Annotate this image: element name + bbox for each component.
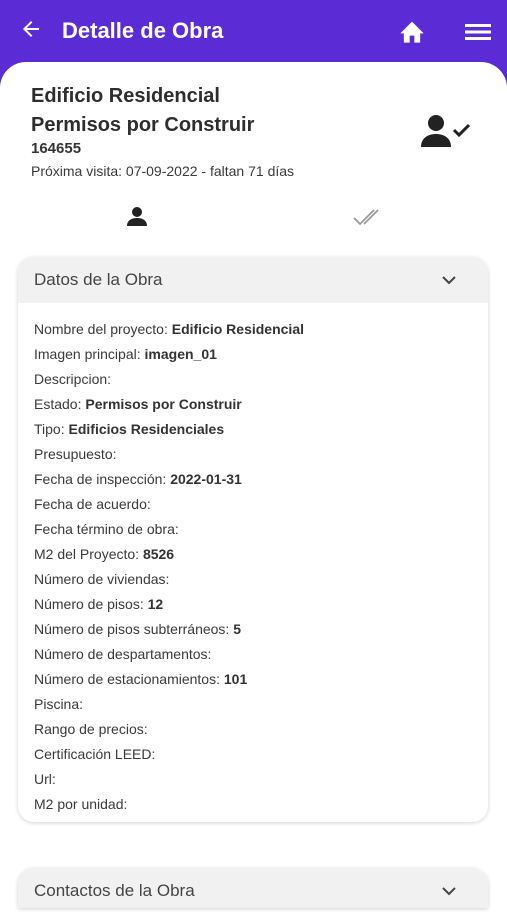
field-row: Piscina: <box>34 696 84 712</box>
field-row: M2 por unidad: <box>34 796 128 812</box>
project-name-line2: Permisos por Construir <box>31 114 255 136</box>
tab-check[interactable] <box>352 206 386 228</box>
field-row: Certificación LEED: <box>34 746 156 762</box>
person-icon <box>127 207 147 226</box>
field-row: Estado: Permisos por Construir <box>34 396 242 412</box>
field-row: Presupuesto: <box>34 446 117 462</box>
contactos-card-title: Contactos de la Obra <box>34 881 195 900</box>
chevron-down-icon <box>442 887 456 896</box>
contactos-card-header[interactable]: Contactos de la Obra <box>18 868 488 908</box>
double-check-icon <box>353 209 379 226</box>
datos-card-title: Datos de la Obra <box>34 270 163 289</box>
assign-user-button[interactable] <box>420 113 472 149</box>
next-visit-text: Próxima visita: 07-09-2022 - faltan 71 d… <box>31 163 295 179</box>
field-row: Fecha de acuerdo: <box>34 496 151 512</box>
field-row: M2 del Proyecto: 8526 <box>34 546 175 562</box>
project-name-line1: Edificio Residencial <box>31 85 220 107</box>
datos-card: Datos de la Obra Nombre del proyecto: Ed… <box>18 257 488 822</box>
field-row: Fecha término de obra: <box>34 521 179 537</box>
datos-card-header[interactable]: Datos de la Obra <box>18 257 488 303</box>
field-row: Tipo: Edificios Residenciales <box>34 421 225 437</box>
app-bar: Detalle de Obra <box>0 0 507 66</box>
field-row: Imagen principal: imagen_01 <box>34 346 217 362</box>
field-row: Número de viviendas: <box>34 571 170 587</box>
field-row: Descripcion: <box>34 371 112 387</box>
user-check-icon <box>421 115 471 147</box>
back-button[interactable] <box>16 14 46 44</box>
datos-fields: Nombre del proyecto: Edificio Residencia… <box>18 303 488 822</box>
field-row: Rango de precios: <box>34 721 148 737</box>
app-title: Detalle de Obra <box>62 18 224 43</box>
contactos-card: Contactos de la Obra <box>18 868 488 908</box>
hamburger-menu-icon <box>465 24 491 40</box>
field-row: Número de pisos: 12 <box>34 596 164 612</box>
arrow-left-icon <box>23 21 39 37</box>
field-row: Número de pisos subterráneos: 5 <box>34 621 242 637</box>
home-icon <box>400 21 424 43</box>
field-row: Número de estacionamientos: 101 <box>34 671 248 687</box>
field-row: Nombre del proyecto: Edificio Residencia… <box>34 321 304 337</box>
chevron-down-icon <box>442 276 456 285</box>
project-code: 164655 <box>31 140 82 157</box>
field-row: Número de despartamentos: <box>34 646 212 662</box>
tab-person[interactable] <box>124 204 150 230</box>
menu-button[interactable] <box>464 20 492 44</box>
field-row: Url: <box>34 771 56 787</box>
field-row: Fecha de inspección: 2022-01-31 <box>34 471 242 487</box>
home-button[interactable] <box>398 18 428 46</box>
